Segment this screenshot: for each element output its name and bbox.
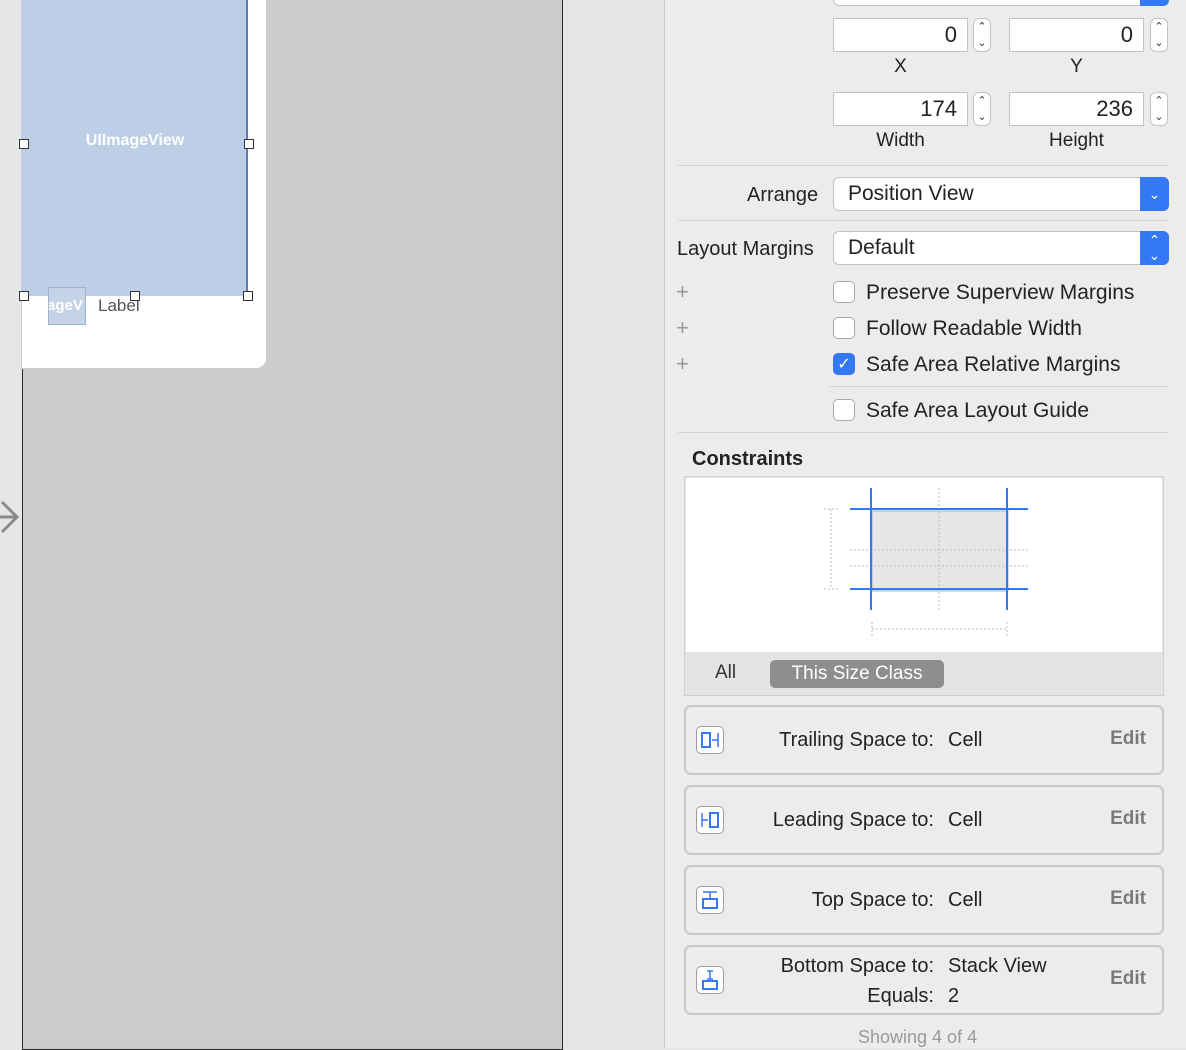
show-popup[interactable] — [833, 0, 1169, 6]
layout-margins-value: Default — [848, 236, 915, 259]
arrange-popup[interactable]: Position View ⌄ — [833, 177, 1169, 211]
entry-point-arrow-icon — [0, 500, 20, 534]
follow-readable-width-label: Follow Readable Width — [866, 317, 1082, 340]
collection-view-cell[interactable]: UIImageView ageV Label — [22, 0, 266, 368]
constraint-target: Cell — [948, 729, 983, 751]
arrange-label: Arrange — [747, 184, 819, 206]
constraint-label: Trailing Space to: — [779, 729, 934, 751]
plus-icon[interactable]: + — [676, 351, 689, 377]
y-caption: Y — [1070, 56, 1083, 77]
safe-area-relative-margins-label: Safe Area Relative Margins — [866, 353, 1121, 376]
image-view-label: UIImageView — [85, 132, 185, 149]
edit-button[interactable]: Edit — [1110, 728, 1146, 750]
preserve-superview-margins-checkbox[interactable] — [833, 281, 855, 303]
constraint-row-top[interactable]: Top Space to: Cell Edit — [684, 865, 1164, 935]
storyboard-canvas[interactable]: UIImageView ageV Label — [0, 0, 664, 1050]
plus-icon[interactable]: + — [676, 315, 689, 341]
layout-margins-label: Layout Margins — [677, 238, 814, 260]
x-caption: X — [894, 56, 907, 77]
leading-space-icon — [696, 806, 724, 834]
width-field[interactable]: 174 — [833, 92, 968, 126]
width-stepper[interactable]: ⌃ ⌄ — [973, 92, 991, 126]
layout-margins-popup[interactable]: Default ⌃ ⌄ — [833, 231, 1169, 265]
constraint-label: Leading Space to: — [772, 809, 934, 831]
height-field[interactable]: 236 — [1009, 92, 1144, 126]
width-caption: Width — [876, 130, 925, 151]
x-stepper[interactable]: ⌃ ⌄ — [973, 18, 991, 52]
resize-handle-left[interactable] — [19, 139, 29, 149]
edit-button[interactable]: Edit — [1110, 808, 1146, 830]
resize-handle-bottom-left[interactable] — [19, 291, 29, 301]
chevron-down-icon: ⌄ — [1140, 177, 1169, 211]
top-space-icon — [696, 886, 724, 914]
constraints-diagram-graphic — [824, 488, 1028, 636]
safe-area-layout-guide-checkbox[interactable] — [833, 399, 855, 421]
edit-button[interactable]: Edit — [1110, 888, 1146, 910]
x-field[interactable]: 0 — [833, 18, 968, 52]
safe-area-relative-margins-checkbox[interactable]: ✓ — [833, 353, 855, 375]
separator — [678, 165, 1168, 166]
separator — [830, 386, 1168, 387]
arrange-value: Position View — [848, 182, 974, 205]
separator — [678, 220, 1168, 221]
constraint-row-leading[interactable]: Leading Space to: Cell Edit — [684, 785, 1164, 855]
y-stepper[interactable]: ⌃ ⌄ — [1150, 18, 1168, 52]
plus-icon[interactable]: + — [676, 279, 689, 305]
resize-handle-bottom[interactable] — [130, 291, 140, 301]
constraint-equals-label: Equals: — [867, 985, 934, 1007]
constraint-target: Cell — [948, 889, 983, 911]
y-field[interactable]: 0 — [1009, 18, 1144, 52]
showing-count: Showing 4 of 4 — [858, 1027, 978, 1047]
row-thumbnail-text: ageV — [48, 297, 83, 314]
resize-handle-right[interactable] — [244, 139, 254, 149]
resize-handle-bottom-right[interactable] — [243, 291, 253, 301]
constraint-label: Bottom Space to: — [780, 955, 934, 977]
image-view[interactable]: UIImageView — [22, 0, 248, 296]
constraint-target: Cell — [948, 809, 983, 831]
row-thumbnail[interactable]: ageV — [48, 287, 86, 325]
constraint-target: Stack View — [948, 955, 1047, 977]
constraint-label: Top Space to: — [811, 889, 934, 911]
constraint-row-trailing[interactable]: Trailing Space to: Cell Edit — [684, 705, 1164, 775]
edit-button[interactable]: Edit — [1110, 968, 1146, 990]
preserve-superview-margins-label: Preserve Superview Margins — [866, 281, 1135, 304]
segment-this-size-class[interactable]: This Size Class — [770, 660, 944, 688]
height-stepper[interactable]: ⌃ ⌄ — [1150, 92, 1168, 126]
up-down-chevron-icon: ⌃ ⌄ — [1140, 231, 1169, 265]
constraints-diagram — [686, 478, 1162, 652]
segment-all[interactable]: All — [715, 662, 736, 684]
constraints-title: Constraints — [692, 448, 804, 470]
safe-area-layout-guide-label: Safe Area Layout Guide — [866, 399, 1089, 422]
constraint-equals-value: 2 — [948, 985, 960, 1007]
constraint-row-bottom[interactable]: Bottom Space to: Stack View Equals: 2 Ed… — [684, 945, 1164, 1015]
trailing-space-icon — [696, 726, 724, 754]
follow-readable-width-checkbox[interactable] — [833, 317, 855, 339]
bottom-space-icon — [696, 966, 724, 994]
separator — [678, 432, 1168, 433]
height-caption: Height — [1049, 130, 1104, 151]
